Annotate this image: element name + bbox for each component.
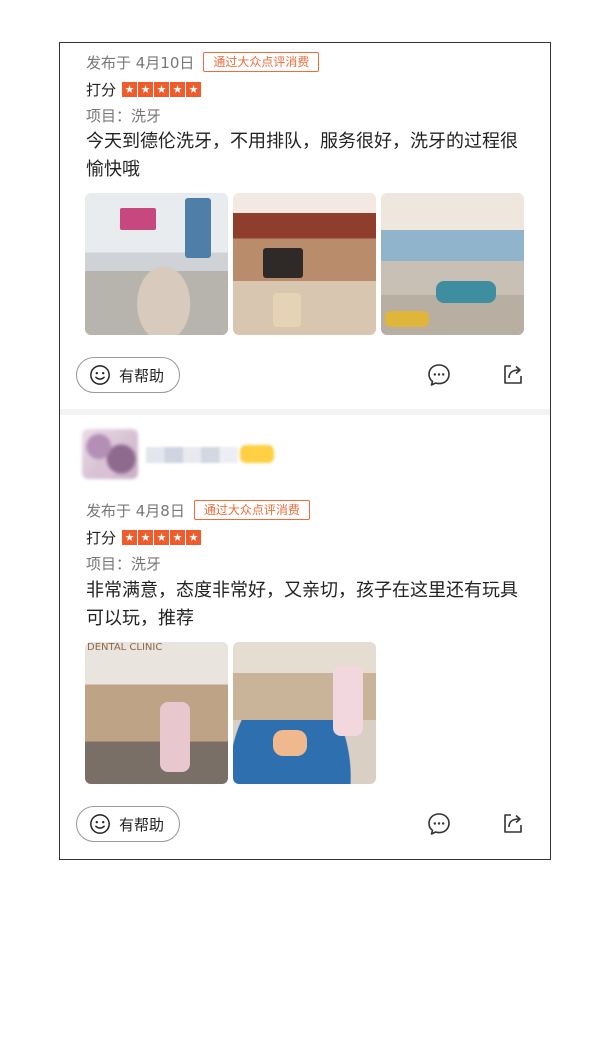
- review-photo[interactable]: [233, 642, 376, 784]
- star-icon: ★: [170, 81, 186, 97]
- review-list: 发布于 4月10日 通过大众点评消费 打分 ★ ★ ★ ★ ★ 项目：洗牙 今天…: [59, 42, 551, 860]
- project-label: 项目：洗牙: [86, 554, 162, 573]
- star-icon: ★: [138, 81, 154, 97]
- review-photo[interactable]: [85, 193, 228, 335]
- review-date: 发布于 4月8日: [86, 501, 185, 520]
- review-meta: 发布于 4月8日 通过大众点评消费: [86, 499, 310, 521]
- star-icon: ★: [186, 81, 202, 97]
- helpful-button[interactable]: 有帮助: [76, 806, 180, 842]
- username-blurred[interactable]: [146, 447, 238, 463]
- star-icon: ★: [154, 81, 170, 97]
- review-card: 发布于 4月10日 通过大众点评消费 打分 ★ ★ ★ ★ ★ 项目：洗牙 今天…: [60, 43, 550, 409]
- star-icon: ★: [122, 81, 138, 97]
- star-icon: ★: [170, 529, 186, 545]
- star-rating: ★ ★ ★ ★ ★: [122, 529, 202, 545]
- star-icon: ★: [138, 529, 154, 545]
- avatar[interactable]: [82, 429, 138, 479]
- score-row: 打分 ★ ★ ★ ★ ★: [86, 78, 202, 100]
- smile-icon: [90, 365, 110, 385]
- helpful-button[interactable]: 有帮助: [76, 357, 180, 393]
- helpful-label: 有帮助: [119, 366, 165, 385]
- review-actions: 有帮助: [76, 806, 536, 842]
- review-text: 今天到德伦洗牙，不用排队，服务很好，洗牙的过程很愉快哦: [86, 131, 518, 180]
- share-icon[interactable]: [500, 361, 526, 387]
- score-label: 打分: [86, 80, 117, 99]
- review-text: 非常满意，态度非常好，又亲切，孩子在这里还有玩具可以玩，推荐: [86, 580, 518, 629]
- review-actions: 有帮助: [76, 357, 536, 393]
- review-meta: 发布于 4月10日 通过大众点评消费: [86, 51, 320, 73]
- share-icon[interactable]: [500, 810, 526, 836]
- review-photo[interactable]: [233, 193, 376, 335]
- level-badge: [240, 445, 274, 463]
- star-icon: ★: [122, 529, 138, 545]
- comment-icon[interactable]: [426, 811, 452, 837]
- consume-tag: 通过大众点评消费: [203, 52, 320, 72]
- score-label: 打分: [86, 528, 117, 547]
- review-date: 发布于 4月10日: [86, 53, 195, 72]
- star-icon: ★: [154, 529, 170, 545]
- photo-strip: [85, 193, 529, 335]
- photo-strip: [85, 642, 381, 784]
- comment-icon[interactable]: [426, 362, 452, 388]
- star-icon: ★: [186, 529, 202, 545]
- score-row: 打分 ★ ★ ★ ★ ★: [86, 526, 202, 548]
- user-row: [82, 429, 382, 479]
- star-rating: ★ ★ ★ ★ ★: [122, 81, 202, 97]
- review-photo[interactable]: [381, 193, 524, 335]
- smile-icon: [90, 814, 110, 834]
- review-card: 发布于 4月8日 通过大众点评消费 打分 ★ ★ ★ ★ ★ 项目：洗牙 非常满…: [60, 415, 550, 859]
- review-photo[interactable]: [85, 642, 228, 784]
- helpful-label: 有帮助: [119, 815, 165, 834]
- consume-tag: 通过大众点评消费: [193, 500, 310, 520]
- project-label: 项目：洗牙: [86, 106, 162, 125]
